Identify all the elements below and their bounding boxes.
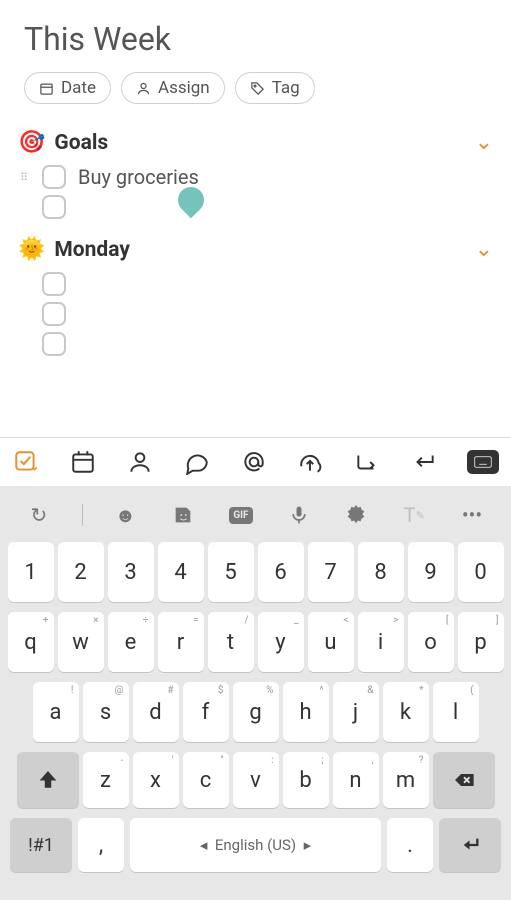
key-i[interactable]: >i	[358, 612, 404, 672]
key-b[interactable]: ;b	[283, 752, 329, 808]
key-n[interactable]: ,n	[333, 752, 379, 808]
key-l[interactable]: (l	[433, 682, 479, 742]
key-period[interactable]: .	[387, 818, 433, 872]
chip-date-label: Date	[61, 78, 96, 98]
key-h[interactable]: ^h	[283, 682, 329, 742]
key-e[interactable]: ÷e	[108, 612, 154, 672]
editor-toolbar	[0, 437, 511, 486]
key-x[interactable]: 'x	[133, 752, 179, 808]
settings-icon[interactable]	[341, 502, 371, 528]
section: 🌞 Monday ⌄	[18, 237, 493, 356]
calendar-icon	[39, 81, 54, 96]
key-5[interactable]: 5	[208, 542, 254, 602]
task-row[interactable]	[20, 332, 493, 356]
key-u[interactable]: <u	[308, 612, 354, 672]
chip-row: Date Assign Tag	[24, 72, 493, 104]
task-text[interactable]: Buy groceries	[78, 165, 199, 189]
emoji-icon[interactable]: ☻	[110, 502, 140, 528]
content-area: This Week Date Assign Tag 🎯 Goals ⌄ ⠿ Buy …	[0, 0, 511, 437]
key-y[interactable]: _y	[258, 612, 304, 672]
key-c[interactable]: "c	[183, 752, 229, 808]
mic-icon[interactable]	[284, 502, 314, 528]
key-6[interactable]: 6	[258, 542, 304, 602]
task-checkbox[interactable]	[42, 272, 66, 296]
section-emoji: 🌞	[18, 237, 45, 262]
task-row[interactable]: ⠿ Buy groceries	[20, 165, 493, 189]
key-4[interactable]: 4	[158, 542, 204, 602]
key-q[interactable]: +q	[8, 612, 54, 672]
chip-tag[interactable]: Tag	[235, 72, 315, 104]
task-row[interactable]	[20, 302, 493, 326]
chip-date[interactable]: Date	[24, 72, 111, 104]
section-header[interactable]: 🌞 Monday ⌄	[18, 237, 493, 262]
key-backspace[interactable]	[433, 752, 495, 808]
comment-tool[interactable]	[183, 448, 211, 476]
key-j[interactable]: &j	[333, 682, 379, 742]
person-icon	[136, 81, 151, 96]
key-space[interactable]: ◂ English (US) ▸	[130, 818, 381, 872]
task-row[interactable]	[20, 272, 493, 296]
key-comma[interactable]: ,	[78, 818, 124, 872]
key-z[interactable]: -z	[83, 752, 129, 808]
key-7[interactable]: 7	[308, 542, 354, 602]
key-m[interactable]: ?m	[383, 752, 429, 808]
more-icon[interactable]: •••	[457, 502, 487, 528]
key-k[interactable]: *k	[383, 682, 429, 742]
section-header[interactable]: 🎯 Goals ⌄	[18, 130, 493, 155]
task-row[interactable]	[20, 195, 493, 219]
key-f[interactable]: $f	[183, 682, 229, 742]
chip-tag-label: Tag	[272, 78, 300, 98]
section: 🎯 Goals ⌄ ⠿ Buy groceries	[18, 130, 493, 219]
key-shift[interactable]	[17, 752, 79, 808]
section-emoji: 🎯	[18, 130, 45, 155]
key-p[interactable]: ]p	[458, 612, 504, 672]
indent-tool[interactable]	[353, 448, 381, 476]
keyboard-toolbar: ↻ ☻ GIF T✎ •••	[4, 494, 507, 542]
task-checkbox[interactable]	[42, 332, 66, 356]
key-g[interactable]: %g	[233, 682, 279, 742]
key-r[interactable]: =r	[158, 612, 204, 672]
key-symbols[interactable]: !#1	[10, 818, 72, 872]
mention-tool[interactable]	[240, 448, 268, 476]
chip-assign[interactable]: Assign	[121, 72, 225, 104]
chevron-down-icon[interactable]: ⌄	[475, 237, 493, 262]
checkbox-tool[interactable]	[12, 448, 40, 476]
keyboard-toggle[interactable]	[467, 450, 499, 474]
return-tool[interactable]	[410, 448, 438, 476]
task-checkbox[interactable]	[42, 195, 66, 219]
upload-tool[interactable]	[296, 448, 324, 476]
section-title: Goals	[54, 131, 108, 155]
key-2[interactable]: 2	[58, 542, 104, 602]
key-w[interactable]: ×w	[58, 612, 104, 672]
chip-assign-label: Assign	[158, 78, 210, 98]
chevron-down-icon[interactable]: ⌄	[475, 130, 493, 155]
task-checkbox[interactable]	[42, 165, 66, 189]
text-tool-icon[interactable]: ↻	[24, 502, 54, 528]
key-o[interactable]: [o	[408, 612, 454, 672]
date-tool[interactable]	[69, 448, 97, 476]
section-title: Monday	[54, 238, 130, 262]
page-title: This Week	[24, 20, 493, 58]
keyboard: ↻ ☻ GIF T✎ ••• 1234567890 +q×w÷e=r/t_y<u…	[0, 486, 511, 900]
key-8[interactable]: 8	[358, 542, 404, 602]
handwriting-icon[interactable]: T✎	[399, 502, 429, 528]
key-1[interactable]: 1	[8, 542, 54, 602]
sticker-icon[interactable]	[168, 502, 198, 528]
key-3[interactable]: 3	[108, 542, 154, 602]
key-s[interactable]: @s	[83, 682, 129, 742]
key-0[interactable]: 0	[458, 542, 504, 602]
gif-icon[interactable]: GIF	[226, 502, 256, 528]
key-a[interactable]: !a	[33, 682, 79, 742]
drag-handle-icon[interactable]: ⠿	[20, 174, 30, 181]
key-t[interactable]: /t	[208, 612, 254, 672]
key-9[interactable]: 9	[408, 542, 454, 602]
task-checkbox[interactable]	[42, 302, 66, 326]
key-enter[interactable]	[439, 818, 501, 872]
key-d[interactable]: #d	[133, 682, 179, 742]
key-v[interactable]: :v	[233, 752, 279, 808]
tag-icon	[250, 81, 265, 96]
assign-tool[interactable]	[126, 448, 154, 476]
